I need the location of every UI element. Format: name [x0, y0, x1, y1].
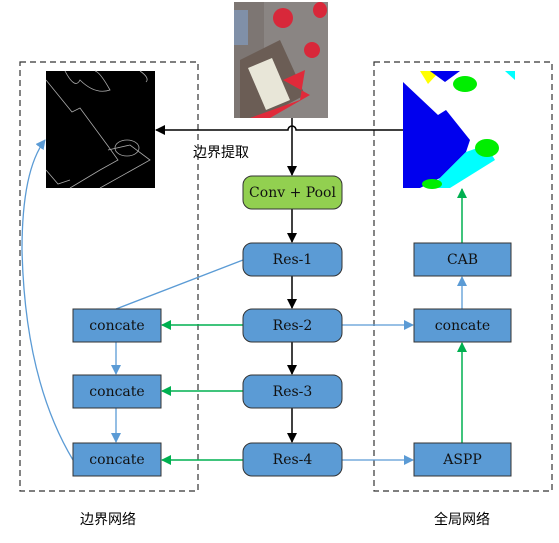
left-concat-2-node: concate [72, 374, 162, 409]
svg-text:concate: concate [89, 452, 144, 468]
res3-node: Res-3 [242, 374, 343, 409]
svg-text:concate: concate [89, 384, 144, 400]
boundary-extraction-arrow [155, 125, 403, 135]
line-res1-lconcat1 [115, 259, 244, 310]
boundary-network-label: 边界网络 [80, 512, 136, 528]
left-concat-1-node: concate [72, 308, 162, 343]
svg-text:Res-1: Res-1 [273, 252, 313, 268]
svg-text:Res-4: Res-4 [273, 452, 313, 468]
res4-node: Res-4 [242, 442, 343, 477]
res1-node: Res-1 [242, 242, 343, 277]
svg-text:CAB: CAB [447, 252, 478, 268]
global-network-label: 全局网络 [434, 511, 490, 528]
boundary-image [45, 70, 155, 189]
cab-node: CAB [413, 242, 512, 277]
network-diagram: 边界提取 Conv + Pool Res-1 Res-2 Res-3 Res-4… [19, 2, 553, 528]
res2-node: Res-2 [242, 308, 343, 343]
boundary-extraction-label: 边界提取 [193, 145, 249, 161]
svg-text:Conv + Pool: Conv + Pool [249, 185, 336, 201]
svg-text:concate: concate [435, 318, 490, 334]
svg-text:Res-3: Res-3 [273, 384, 313, 400]
right-concat-node: concate [413, 308, 512, 343]
left-concat-3-node: concate [72, 442, 162, 477]
segmentation-image [403, 71, 520, 189]
input-image [234, 2, 328, 118]
aspp-node: ASPP [413, 442, 512, 477]
svg-text:ASPP: ASPP [442, 452, 482, 468]
conv-pool-node: Conv + Pool [242, 175, 343, 210]
svg-text:Res-2: Res-2 [273, 318, 313, 334]
svg-text:concate: concate [89, 318, 144, 334]
